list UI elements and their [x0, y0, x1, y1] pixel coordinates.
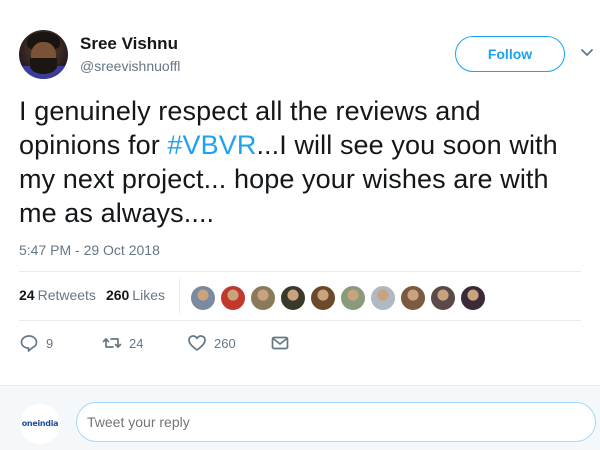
tweet-card: Sree Vishnu @sreevishnuoffl Follow I gen… — [0, 0, 600, 385]
author-handle[interactable]: @sreevishnuoffl — [80, 58, 180, 74]
retweet-count: 24 — [129, 335, 144, 351]
tweet-timestamp[interactable]: 5:47 PM - 29 Oct 2018 — [19, 242, 160, 258]
liker-avatar[interactable] — [250, 285, 276, 311]
likes-count: 260 — [105, 287, 130, 303]
like-count: 260 — [214, 335, 236, 351]
heart-icon — [188, 335, 206, 351]
retweets-stat[interactable]: 24 Retweets — [19, 287, 96, 303]
liker-avatar[interactable] — [310, 285, 336, 311]
retweet-icon — [102, 338, 122, 348]
author-display-name[interactable]: Sree Vishnu — [80, 34, 178, 54]
chevron-down-icon[interactable] — [580, 46, 594, 60]
likes-stat[interactable]: 260 Likes — [106, 287, 165, 303]
liker-avatars — [190, 285, 486, 311]
liker-avatar[interactable] — [190, 285, 216, 311]
liker-avatar[interactable] — [430, 285, 456, 311]
liker-avatar[interactable] — [220, 285, 246, 311]
reply-user-avatar: oneindia — [20, 404, 60, 444]
retweets-label: Retweets — [37, 287, 96, 303]
reply-button[interactable]: 9 — [19, 333, 53, 353]
reply-avatar-brand: oneindia — [21, 419, 59, 428]
like-button[interactable]: 260 — [187, 333, 236, 353]
hashtag-link[interactable]: #VBVR — [167, 130, 256, 160]
divider — [19, 271, 581, 272]
tweet-actions: 9 24 260 — [19, 333, 339, 359]
follow-button[interactable]: Follow — [455, 36, 565, 72]
reply-count: 9 — [46, 335, 54, 351]
likes-label: Likes — [132, 287, 165, 303]
author-avatar[interactable] — [19, 30, 68, 79]
stats-separator — [179, 279, 180, 313]
liker-avatar[interactable] — [400, 285, 426, 311]
reply-icon — [20, 335, 38, 352]
liker-avatar[interactable] — [340, 285, 366, 311]
retweets-count: 24 — [19, 287, 35, 303]
liker-avatar[interactable] — [460, 285, 486, 311]
envelope-icon — [271, 336, 289, 350]
tweet-text: I genuinely respect all the reviews and … — [19, 94, 589, 230]
reply-input[interactable] — [76, 402, 596, 442]
retweet-button[interactable]: 24 — [102, 333, 143, 353]
liker-avatar[interactable] — [280, 285, 306, 311]
direct-message-button[interactable] — [270, 333, 290, 353]
liker-avatar[interactable] — [370, 285, 396, 311]
divider — [19, 320, 581, 321]
tweet-stats: 24 Retweets 260 Likes — [19, 287, 165, 303]
